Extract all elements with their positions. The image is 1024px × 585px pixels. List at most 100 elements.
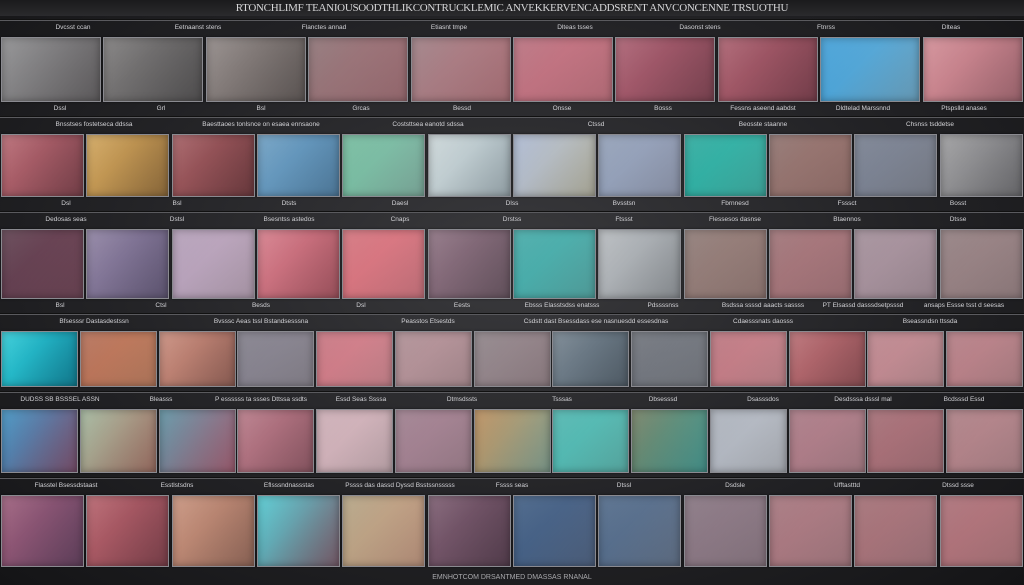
- color-swatch[interactable]: [513, 37, 613, 102]
- color-swatch[interactable]: [1, 331, 78, 387]
- color-swatch[interactable]: [80, 331, 157, 387]
- color-swatch[interactable]: [867, 409, 944, 473]
- color-swatch[interactable]: [820, 37, 920, 102]
- color-swatch[interactable]: [684, 229, 767, 299]
- swatch-label: Bseassndsn ttssda: [902, 318, 958, 325]
- color-swatch[interactable]: [513, 229, 596, 299]
- color-swatch[interactable]: [86, 134, 169, 197]
- color-swatch[interactable]: [940, 229, 1023, 299]
- color-swatch[interactable]: [86, 495, 169, 567]
- color-swatch[interactable]: [684, 495, 767, 567]
- color-swatch[interactable]: [710, 331, 787, 387]
- swatch-label: Cdaesssnats daosss: [733, 318, 793, 325]
- page-title: RTONCHLIMF TEANIOUSOODTHLIKCONTRUCKLEMIC…: [0, 0, 1024, 16]
- color-swatch[interactable]: [854, 134, 937, 197]
- color-swatch[interactable]: [159, 409, 236, 473]
- color-swatch[interactable]: [342, 134, 425, 197]
- swatch-label: Esstlstsdns: [160, 482, 194, 489]
- swatch-row: [0, 495, 1024, 567]
- color-swatch[interactable]: [769, 229, 852, 299]
- swatch-label: Dlteas: [941, 24, 961, 31]
- color-swatch[interactable]: [923, 37, 1023, 102]
- swatch-label: Dtsse: [949, 216, 967, 223]
- color-swatch[interactable]: [940, 134, 1023, 197]
- color-swatch[interactable]: [159, 331, 236, 387]
- swatch-label: Bfsesssr Dastasdestssn: [59, 318, 129, 325]
- swatch-caption: Dssl: [53, 105, 67, 112]
- color-swatch[interactable]: [684, 134, 767, 197]
- swatch-caption: Bessd: [452, 105, 472, 112]
- swatch-label: Dlteas tsses: [557, 24, 593, 31]
- color-swatch[interactable]: [342, 229, 425, 299]
- color-swatch[interactable]: [615, 37, 715, 102]
- color-swatch[interactable]: [867, 331, 944, 387]
- color-swatch[interactable]: [257, 134, 340, 197]
- band-top-labels: Dvcsst ccan Eetnaanst stens Flanctes annad…: [0, 24, 1024, 38]
- color-swatch[interactable]: [257, 495, 340, 567]
- color-swatch[interactable]: [316, 409, 393, 473]
- color-swatch[interactable]: [316, 331, 393, 387]
- color-swatch[interactable]: [789, 331, 866, 387]
- swatch-label: Csdstt dast Bsessdass ese nasnuesdd esse…: [523, 318, 669, 325]
- color-swatch[interactable]: [1, 409, 78, 473]
- swatch-label: Dtssd ssse: [942, 482, 974, 489]
- swatch-label: P essssss ta ssses Dttssa ssdts: [215, 396, 307, 403]
- color-swatch[interactable]: [769, 134, 852, 197]
- swatch-label: Peasstos Etsestds: [401, 318, 455, 325]
- color-swatch[interactable]: [428, 229, 511, 299]
- color-swatch[interactable]: [428, 134, 511, 197]
- swatch-caption: Bsl: [256, 105, 266, 112]
- color-swatch[interactable]: [257, 229, 340, 299]
- color-swatch[interactable]: [172, 134, 255, 197]
- color-swatch[interactable]: [946, 409, 1023, 473]
- color-swatch[interactable]: [1, 229, 84, 299]
- color-swatch[interactable]: [598, 229, 681, 299]
- color-swatch[interactable]: [513, 134, 596, 197]
- color-swatch[interactable]: [411, 37, 511, 102]
- swatch-caption: ansaps Essse tsst d seesas: [923, 302, 1005, 309]
- color-swatch[interactable]: [598, 134, 681, 197]
- color-swatch[interactable]: [172, 229, 255, 299]
- color-swatch[interactable]: [395, 409, 472, 473]
- color-swatch[interactable]: [172, 495, 255, 567]
- color-swatch[interactable]: [710, 409, 787, 473]
- swatch-label: Desdsssa dsssl mal: [834, 396, 892, 403]
- color-swatch[interactable]: [1, 495, 84, 567]
- color-swatch[interactable]: [946, 331, 1023, 387]
- color-swatch[interactable]: [552, 409, 629, 473]
- color-swatch[interactable]: [854, 229, 937, 299]
- color-swatch[interactable]: [86, 229, 169, 299]
- swatch-label: Flessesos dasnse: [708, 216, 762, 223]
- color-swatch[interactable]: [789, 409, 866, 473]
- color-swatch[interactable]: [854, 495, 937, 567]
- color-swatch[interactable]: [552, 331, 629, 387]
- swatch-caption: Fessns aseend aabdst: [730, 105, 796, 112]
- color-swatch[interactable]: [103, 37, 203, 102]
- color-swatch[interactable]: [395, 331, 472, 387]
- swatch-caption: Ebsss Elasstsdss enatsss: [524, 302, 600, 309]
- color-swatch[interactable]: [342, 495, 425, 567]
- swatch-label: Bnsstses fostetseca ddssa: [55, 121, 133, 128]
- swatch-label: Fssss seas: [495, 482, 529, 489]
- color-swatch[interactable]: [308, 37, 408, 102]
- color-swatch[interactable]: [237, 409, 314, 473]
- color-swatch[interactable]: [428, 495, 511, 567]
- band-top-labels: Dedosas seas Dstsl Bsesntss astedos Cnaps Dr…: [0, 216, 1024, 230]
- color-swatch[interactable]: [474, 331, 551, 387]
- color-swatch[interactable]: [718, 37, 818, 102]
- color-swatch[interactable]: [940, 495, 1023, 567]
- footer-caption: EMNHOTCOM DRSANTMED DMASSAS RNANAL: [432, 574, 592, 581]
- color-swatch[interactable]: [474, 409, 551, 473]
- color-swatch[interactable]: [598, 495, 681, 567]
- swatch-caption: Pdssssnss: [647, 302, 679, 309]
- color-swatch[interactable]: [769, 495, 852, 567]
- color-swatch[interactable]: [1, 37, 101, 102]
- color-swatch[interactable]: [1, 134, 84, 197]
- color-swatch[interactable]: [206, 37, 306, 102]
- color-swatch[interactable]: [80, 409, 157, 473]
- color-swatch[interactable]: [631, 409, 708, 473]
- swatch-label: Coststtsea eanotd sdssa: [392, 121, 464, 128]
- color-swatch[interactable]: [513, 495, 596, 567]
- color-swatch[interactable]: [237, 331, 314, 387]
- color-swatch[interactable]: [631, 331, 708, 387]
